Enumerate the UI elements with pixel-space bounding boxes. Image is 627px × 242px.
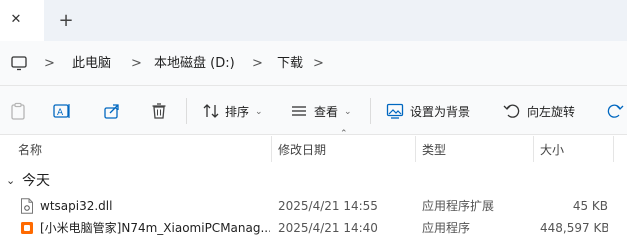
rotate-right-icon[interactable] (605, 101, 625, 121)
chevron-down-icon[interactable]: ⌄ (6, 173, 18, 189)
column-header-date[interactable]: 修改日期 (278, 142, 326, 158)
application-icon (21, 222, 33, 234)
rotate-left-button[interactable]: 向左旋转 (527, 104, 575, 120)
set-background-icon[interactable] (385, 101, 405, 121)
file-type: 应用程序扩展 (422, 199, 495, 213)
sort-button[interactable]: 排序 (225, 104, 249, 120)
file-date: 2025/4/21 14:55 (278, 199, 378, 213)
dll-file-icon (21, 198, 33, 214)
file-name: [小米电脑管家]N74m_XiaomiPCManag... (40, 221, 270, 235)
sort-icon[interactable] (201, 101, 221, 121)
address-bar[interactable]: > 此电脑 > 本地磁盘 (D:) > 下载 > (0, 41, 627, 86)
monitor-icon[interactable] (10, 54, 28, 72)
delete-icon[interactable] (149, 101, 169, 121)
sort-dropdown-icon[interactable]: ⌄ (255, 104, 265, 120)
column-header-name[interactable]: 名称 (18, 142, 42, 158)
column-header-size[interactable]: 大小 (540, 142, 564, 158)
new-tab-icon[interactable]: + (56, 11, 76, 31)
rename-icon[interactable]: A (52, 101, 72, 121)
breadcrumb-separator[interactable]: > (44, 55, 55, 73)
breadcrumb-separator[interactable]: > (313, 55, 324, 73)
column-header-type[interactable]: 类型 (422, 142, 446, 158)
column-divider[interactable] (271, 136, 272, 162)
file-date: 2025/4/21 14:40 (278, 221, 378, 235)
share-icon[interactable] (102, 101, 122, 121)
toolbar-divider (370, 98, 371, 124)
breadcrumb-this-pc[interactable]: 此电脑 (72, 55, 111, 73)
breadcrumb-local-disk[interactable]: 本地磁盘 (D:) (154, 55, 235, 73)
file-size: 45 KB (572, 199, 608, 213)
close-tab-icon[interactable]: ✕ (9, 13, 23, 27)
breadcrumb-downloads[interactable]: 下载 (277, 55, 303, 73)
breadcrumb-separator[interactable]: > (131, 55, 142, 73)
tab-bar: ✕ + (0, 0, 627, 41)
active-tab[interactable]: ✕ (0, 0, 44, 41)
view-icon[interactable] (289, 101, 309, 121)
toolbar-divider (186, 98, 187, 124)
file-size: 448,597 KB (540, 221, 608, 235)
group-header-today[interactable]: ⌄ 今天 (0, 170, 627, 192)
rotate-left-icon[interactable] (502, 101, 522, 121)
file-type: 应用程序 (422, 221, 471, 235)
column-divider[interactable] (415, 136, 416, 162)
group-label: 今天 (22, 173, 50, 189)
view-button[interactable]: 查看 (314, 104, 338, 120)
column-header-row: 名称 修改日期 类型 大小 (0, 136, 627, 162)
file-row[interactable]: [小米电脑管家]N74m_XiaomiPCManag... 2025/4/21 … (0, 217, 627, 239)
paste-icon[interactable] (8, 101, 28, 121)
command-bar: A 排序 ⌄ 查看 ⌄ 设置为背景 向左旋转 (0, 86, 627, 135)
view-dropdown-icon[interactable]: ⌄ (344, 104, 354, 120)
breadcrumb-separator[interactable]: > (252, 55, 263, 73)
column-divider[interactable] (613, 136, 614, 162)
column-divider[interactable] (533, 136, 534, 162)
file-name: wtsapi32.dll (40, 199, 113, 213)
svg-text:A: A (57, 108, 64, 118)
set-background-button[interactable]: 设置为背景 (410, 104, 470, 120)
file-row[interactable]: wtsapi32.dll 2025/4/21 14:55 应用程序扩展 45 K… (0, 195, 627, 217)
